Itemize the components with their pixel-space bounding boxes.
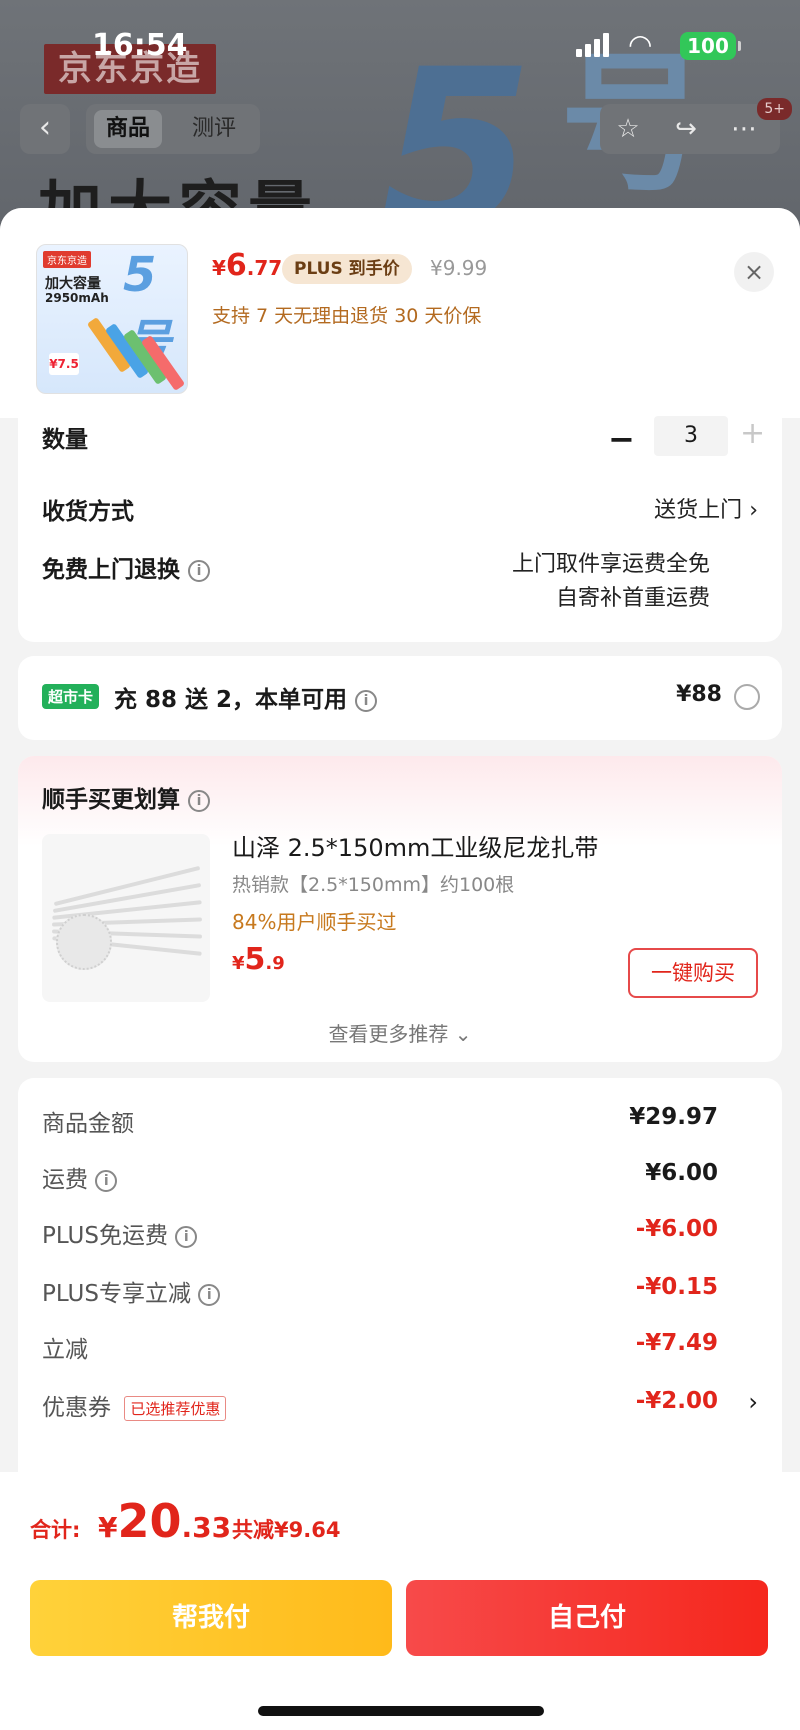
info-icon[interactable]: i xyxy=(95,1169,118,1192)
options-card: 数量 − 3 + 收货方式 送货上门 › 免费上门退换 i 上门取件享运费全免 … xyxy=(18,394,782,642)
share-icon[interactable]: ↪ xyxy=(664,104,708,154)
info-icon[interactable]: i xyxy=(355,689,378,712)
summary-value-coupon: -¥2.00 xyxy=(635,1388,718,1414)
more-recommend-link[interactable]: 查看更多推荐 ⌄ xyxy=(18,1018,782,1047)
one-click-buy-button[interactable]: 一键购买 xyxy=(628,948,758,998)
total-price: ¥20.33 xyxy=(98,1494,232,1548)
return-policy: 上门取件享运费全免 自寄补首重运费 xyxy=(511,552,710,611)
tab-product[interactable]: 商品 xyxy=(94,110,163,148)
recommend-title: 顺手买更划算 i xyxy=(42,780,211,814)
summary-value-plus-discount: -¥0.15 xyxy=(635,1274,718,1300)
product-price: ¥6.77 xyxy=(212,248,283,283)
chevron-right-icon: › xyxy=(748,1388,758,1416)
info-icon[interactable]: i xyxy=(175,1225,198,1248)
help-pay-button[interactable]: 帮我付 xyxy=(30,1580,392,1656)
summary-label-coupon: 优惠券 已选推荐优惠 xyxy=(42,1388,227,1422)
total-saved: 共减¥9.64 xyxy=(232,1518,341,1542)
info-icon[interactable]: i xyxy=(198,1283,221,1306)
quantity-input[interactable]: 3 xyxy=(654,416,728,456)
self-pay-button[interactable]: 自己付 xyxy=(406,1580,768,1656)
supermarket-offer: 充 88 送 2，本单可用 i xyxy=(114,680,378,714)
supermarket-price: ¥88 xyxy=(676,682,722,707)
message-badge: 5+ xyxy=(757,98,792,120)
delivery-method[interactable]: 送货上门 › xyxy=(654,492,758,524)
chevron-down-icon: ⌄ xyxy=(454,1022,472,1046)
home-indicator xyxy=(258,1706,544,1716)
supermarket-badge: 超市卡 xyxy=(42,684,100,709)
summary-value-goods: ¥29.97 xyxy=(629,1104,718,1130)
info-icon[interactable]: i xyxy=(188,789,211,812)
summary-value-plus-shipping: -¥6.00 xyxy=(635,1216,718,1242)
original-price: ¥9.99 xyxy=(430,256,488,280)
signal-icon xyxy=(576,33,610,57)
supermarket-radio[interactable] xyxy=(734,684,760,710)
wifi-icon: ◠ xyxy=(628,28,653,61)
recommend-social-proof: 84%用户顺手买过 xyxy=(232,910,397,934)
return-label: 免费上门退换 i xyxy=(42,550,211,584)
thumb-title: 加大容量 xyxy=(45,276,101,292)
minus-button[interactable]: − xyxy=(608,420,635,458)
quantity-stepper: − 3 + xyxy=(18,412,782,462)
recommend-item-name[interactable]: 山泽 2.5*150mm工业级尼龙扎带 xyxy=(232,828,598,863)
tab-review[interactable]: 测评 xyxy=(180,110,248,148)
plus-button[interactable]: + xyxy=(740,416,765,451)
summary-label-plus-discount: PLUS专享立减 i xyxy=(42,1274,221,1308)
summary-label-goods: 商品金额 xyxy=(42,1111,134,1137)
star-icon[interactable]: ☆ xyxy=(606,104,650,154)
coupon-selector[interactable]: -¥2.00 › xyxy=(558,1388,758,1422)
product-header: 京东京造 加大容量 2950mAh 5号 ¥7.5 ¥6.77 PLUS 到手价… xyxy=(0,208,800,418)
product-thumbnail: 京东京造 加大容量 2950mAh 5号 ¥7.5 xyxy=(36,244,188,394)
header-actions: ☆ ↪ ⋯ xyxy=(600,104,780,154)
checkout-bar: 合计: ¥20.33 共减¥9.64 帮我付 自己付 xyxy=(0,1472,800,1730)
thumb-capacity: 2950mAh xyxy=(45,291,109,305)
close-icon: × xyxy=(743,258,765,286)
page-tabs: 商品 测评 xyxy=(86,104,260,154)
thumb-price: ¥7.5 xyxy=(49,353,79,375)
status-time: 16:54 xyxy=(92,28,188,63)
service-promise: 支持 7 天无理由退货 30 天价保 xyxy=(212,305,482,327)
summary-label-instant-discount: 立减 xyxy=(42,1337,88,1363)
coupon-tag: 已选推荐优惠 xyxy=(124,1396,227,1421)
delivery-label: 收货方式 xyxy=(42,499,134,525)
battery-icon: 100 xyxy=(680,32,741,60)
price-summary-card: 商品金额 ¥29.97 运费 i ¥6.00 PLUS免运费 i -¥6.00 … xyxy=(18,1078,782,1498)
thumb-logo: 京东京造 xyxy=(43,251,91,268)
info-icon[interactable]: i xyxy=(188,559,211,582)
recommend-item-image[interactable] xyxy=(42,834,210,1002)
close-button[interactable]: × xyxy=(734,252,774,292)
recommend-item-price: ¥5.9 xyxy=(232,942,285,977)
back-button[interactable]: ‹ xyxy=(20,104,70,154)
total-label: 合计: xyxy=(30,1518,81,1542)
summary-label-plus-shipping: PLUS免运费 i xyxy=(42,1216,198,1250)
summary-label-shipping: 运费 i xyxy=(42,1160,118,1194)
summary-value-instant-discount: -¥7.49 xyxy=(635,1330,718,1356)
recommend-card: 顺手买更划算 i 山泽 2.5*150mm工业级尼龙扎带 热销款【2.5*150… xyxy=(18,756,782,1062)
chevron-right-icon: › xyxy=(749,498,758,523)
supermarket-card[interactable]: 超市卡 充 88 送 2，本单可用 i ¥88 xyxy=(18,656,782,740)
summary-value-shipping: ¥6.00 xyxy=(645,1160,718,1186)
chevron-left-icon: ‹ xyxy=(39,110,51,145)
recommend-item-spec: 热销款【2.5*150mm】约100根 xyxy=(232,874,515,896)
plus-price-tag: PLUS 到手价 xyxy=(282,254,412,284)
